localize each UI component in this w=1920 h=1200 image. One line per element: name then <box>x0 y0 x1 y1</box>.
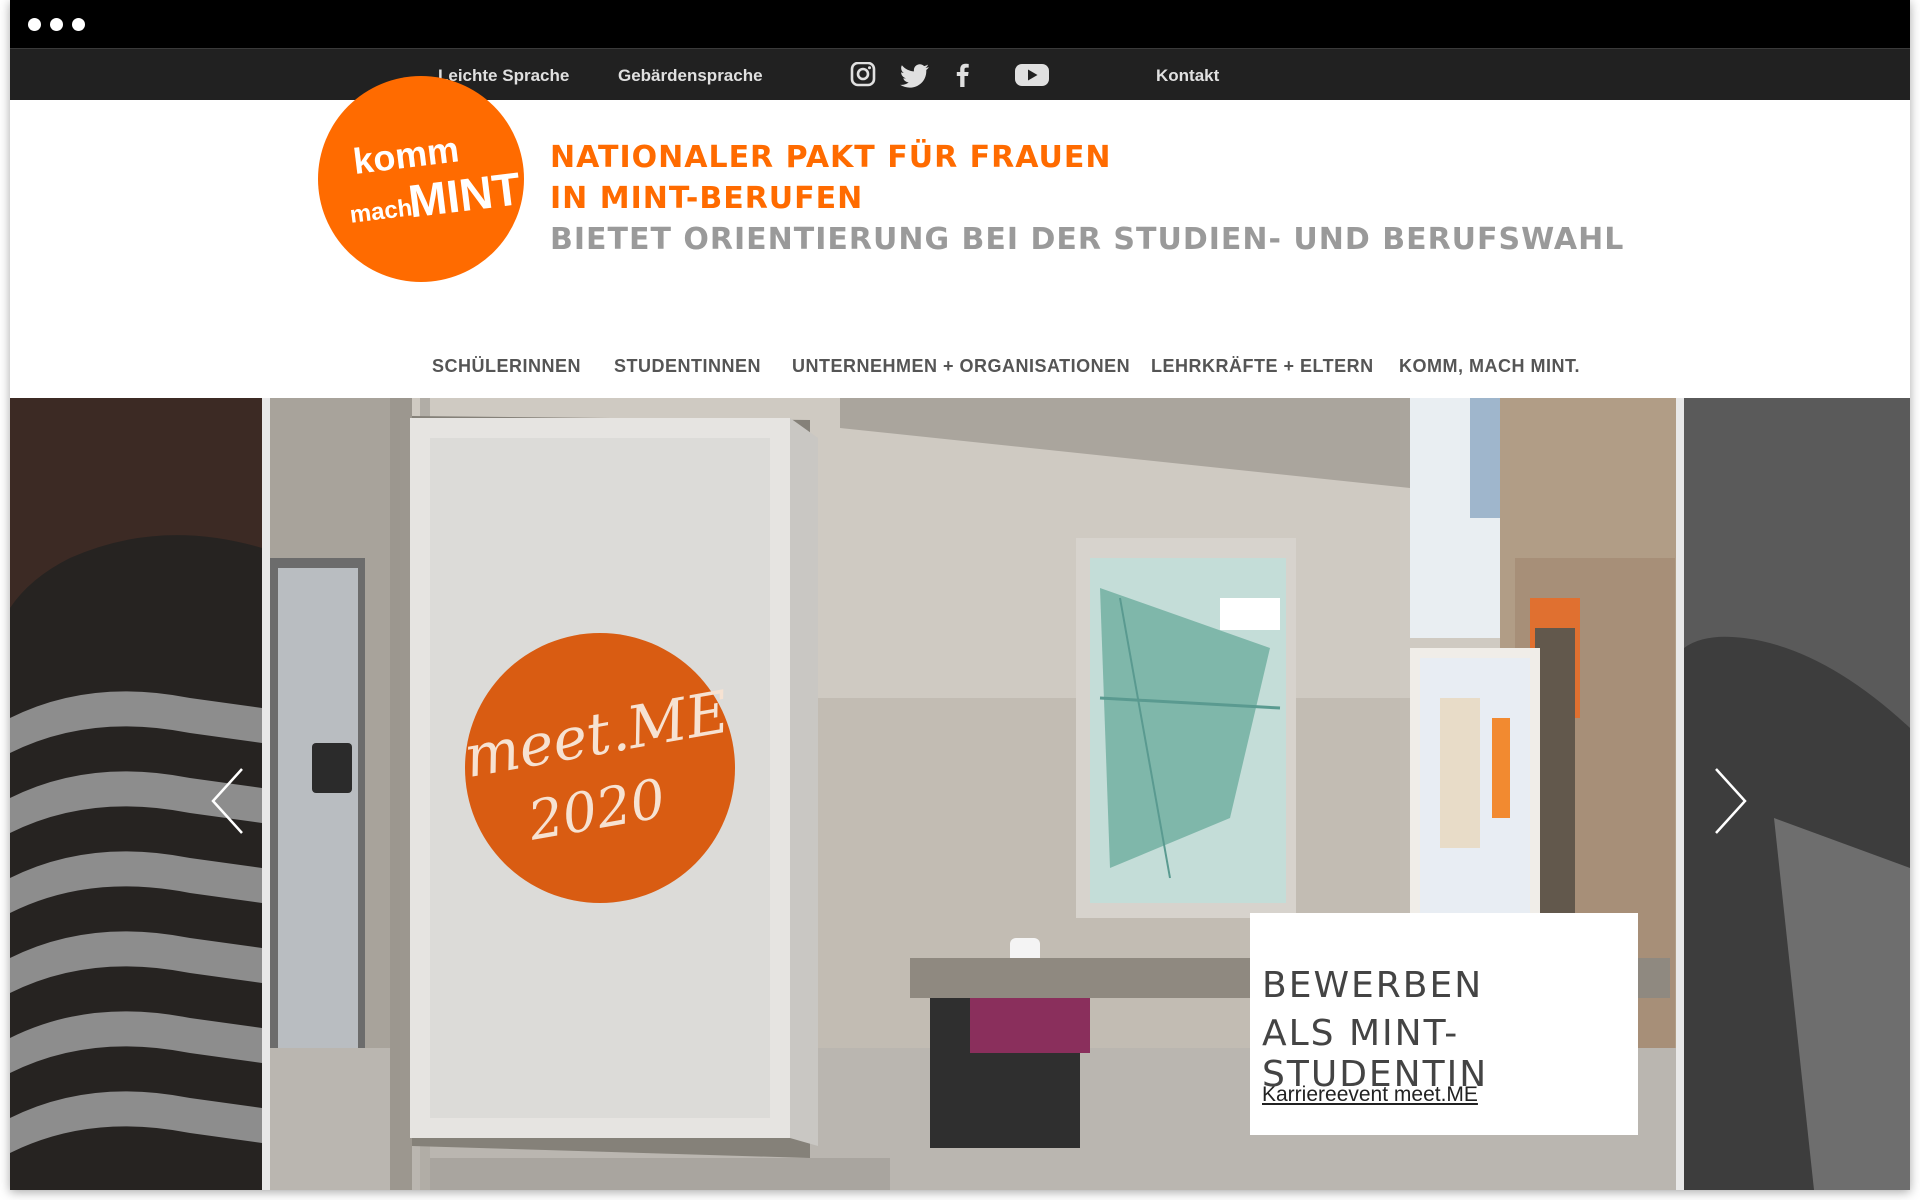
nav-schuelerinnen[interactable]: SCHÜLERINNEN <box>432 356 581 377</box>
hero-carousel: meet.ME 2020 BEWERBEN ALS MINT-STUDENTIN… <box>10 398 1910 1190</box>
twitter-icon[interactable] <box>900 62 930 88</box>
youtube-icon[interactable] <box>1014 62 1050 88</box>
tagline-line-2: IN MINT-BERUFEN <box>550 181 864 216</box>
nav-studentinnen[interactable]: STUDENTINNEN <box>614 356 761 377</box>
slide-cta-box: BEWERBEN ALS MINT-STUDENTIN Karriereeven… <box>1250 913 1638 1135</box>
window-close-dot[interactable] <box>28 18 41 31</box>
cta-heading-line-1: BEWERBEN <box>1262 965 1484 1006</box>
window-minimize-dot[interactable] <box>50 18 63 31</box>
link-kontakt[interactable]: Kontakt <box>1156 66 1219 86</box>
tagline-line-3: BIETET ORIENTIERUNG BEI DER STUDIEN- UND… <box>550 222 1625 257</box>
tagline-line-1: NATIONALER PAKT FÜR FRAUEN <box>550 140 1112 175</box>
nav-unternehmen-organisationen[interactable]: UNTERNEHMEN + ORGANISATIONEN <box>792 356 1130 377</box>
top-utility-bar: Leichte Sprache Gebärdensprache Kontakt <box>10 48 1910 100</box>
nav-lehrkraefte-eltern[interactable]: LEHRKRÄFTE + ELTERN <box>1151 356 1374 377</box>
link-gebaerdensprache[interactable]: Gebärdensprache <box>618 66 763 86</box>
komm-mach-mint-logo[interactable]: komm mach MINT <box>318 76 524 282</box>
cta-link-karriereevent[interactable]: Karriereevent meet.ME <box>1262 1083 1478 1107</box>
site-header: komm mach MINT NATIONALER PAKT FÜR FRAUE… <box>10 76 1910 398</box>
chevron-left-icon[interactable] <box>208 766 248 836</box>
logo-text-mach: mach <box>348 194 414 228</box>
previous-slide-preview[interactable] <box>10 398 262 1190</box>
facebook-icon[interactable] <box>948 62 978 88</box>
nav-komm-mach-mint[interactable]: KOMM, MACH MINT. <box>1399 356 1580 377</box>
instagram-icon[interactable] <box>848 61 878 88</box>
window-titlebar <box>10 0 1910 48</box>
chevron-right-icon[interactable] <box>1710 766 1750 836</box>
window-maximize-dot[interactable] <box>72 18 85 31</box>
browser-window: Leichte Sprache Gebärdensprache Kontakt … <box>10 0 1910 1190</box>
next-slide-preview[interactable] <box>1684 398 1910 1190</box>
